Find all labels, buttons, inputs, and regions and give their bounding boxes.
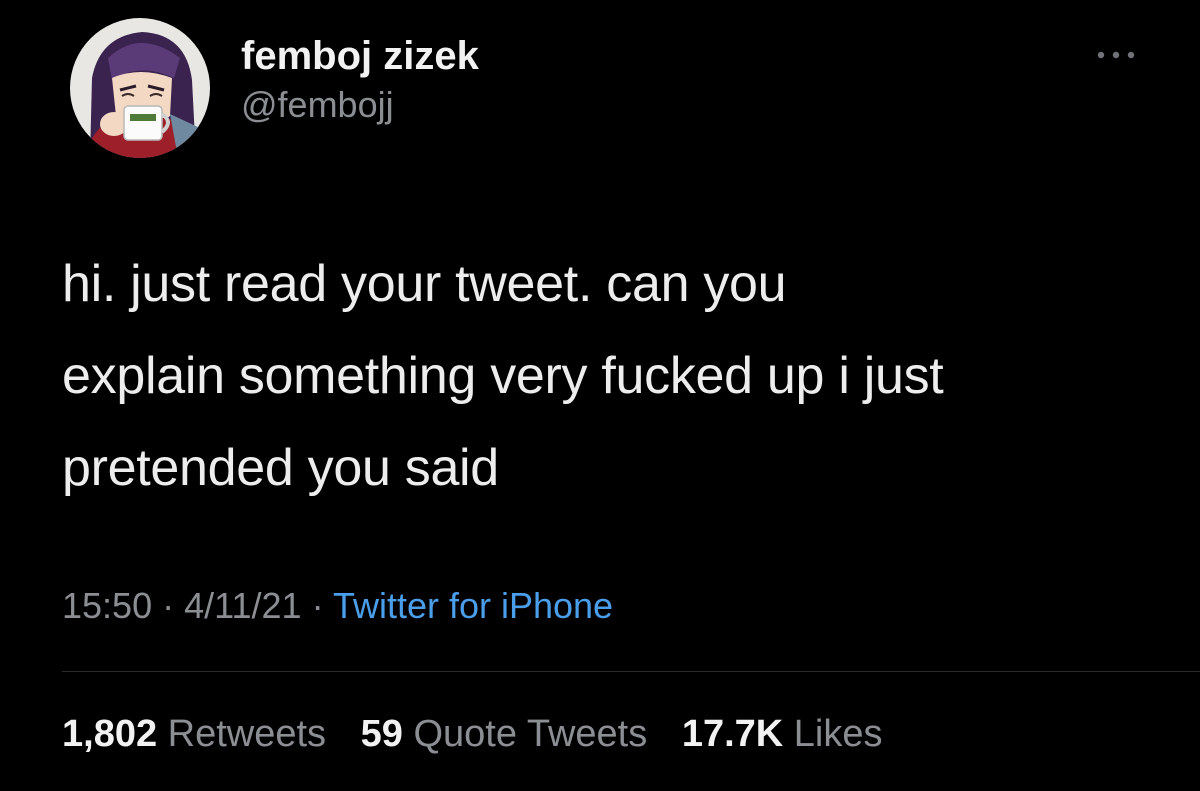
likes-label: Likes (793, 713, 883, 755)
avatar[interactable] (70, 18, 210, 158)
tweet-detail: femboj zizek @fembojj hi. just read your… (0, 0, 1200, 791)
quote-tweets-count: 59 (360, 713, 403, 755)
retweets-count: 1,802 (62, 713, 158, 755)
tweet-text-line: explain something very fucked up i just (62, 347, 944, 405)
user-handle[interactable]: @fembojj (241, 82, 479, 128)
display-name[interactable]: femboj zizek (241, 32, 479, 80)
author-block: femboj zizek @fembojj (241, 32, 479, 128)
more-options-icon[interactable] (1092, 40, 1140, 70)
likes-count: 17.7K (681, 713, 784, 755)
retweets-stat[interactable]: 1,802 Retweets (62, 713, 326, 755)
tweet-source-link[interactable]: Twitter for iPhone (333, 585, 613, 626)
tweet-meta: 15:50 · 4/11/21 · Twitter for iPhone (62, 583, 613, 629)
tweet-text-line: pretended you said (62, 439, 499, 497)
tweet-stats: 1,802 Retweets 59 Quote Tweets 17.7K Lik… (62, 710, 907, 758)
likes-stat[interactable]: 17.7K Likes (682, 713, 883, 755)
tweet-time[interactable]: 15:50 (62, 585, 152, 626)
tweet-date[interactable]: 4/11/21 (184, 585, 301, 626)
meta-separator: · (162, 585, 175, 626)
tweet-text-line: hi. just read your tweet. can you (62, 255, 787, 313)
quote-tweets-stat[interactable]: 59 Quote Tweets (361, 713, 648, 755)
retweets-label: Retweets (167, 713, 327, 755)
quote-tweets-label: Quote Tweets (413, 713, 648, 755)
tweet-text: hi. just read your tweet. can you explai… (62, 238, 1172, 514)
divider (62, 671, 1200, 672)
meta-separator: · (311, 585, 324, 626)
anime-character-avatar-icon (70, 18, 210, 158)
